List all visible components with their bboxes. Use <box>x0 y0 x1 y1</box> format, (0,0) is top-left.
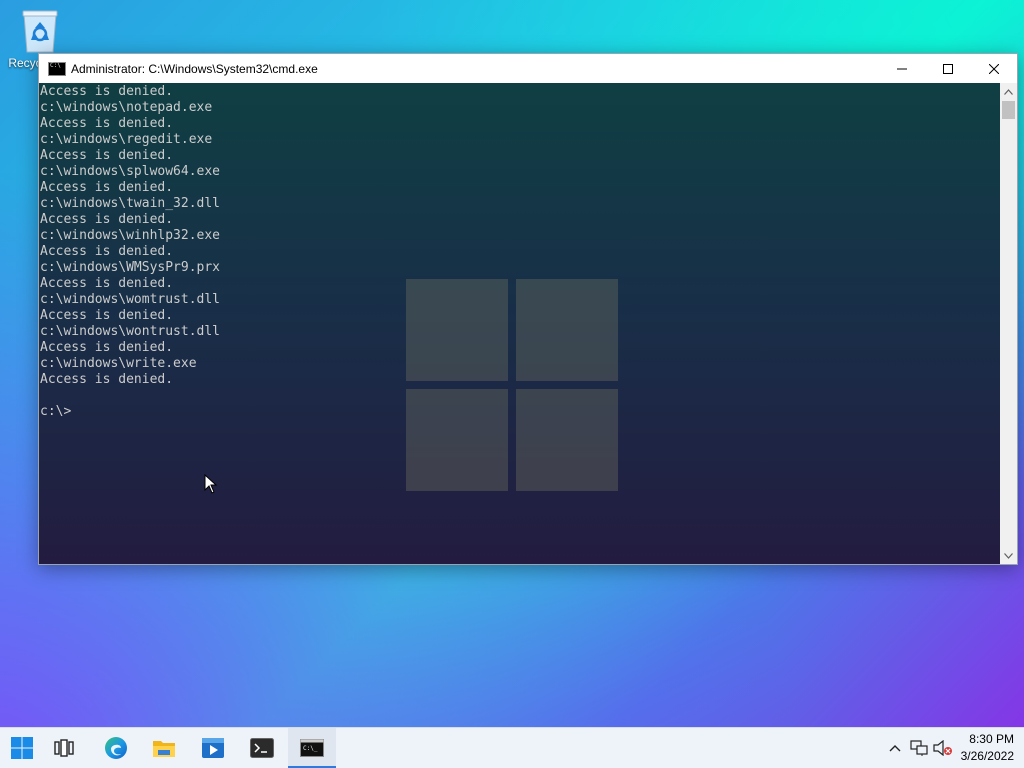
cmd-icon <box>48 61 66 76</box>
console-line: Access is denied. <box>40 244 174 259</box>
close-button[interactable] <box>971 54 1017 83</box>
volume-button[interactable] <box>931 728 955 768</box>
clock-date: 3/26/2022 <box>960 749 1014 763</box>
network-icon <box>910 740 928 756</box>
console-line: c:\windows\wontrust.dll <box>40 324 221 339</box>
console-area[interactable]: Access is denied. c:\windows\notepad.exe… <box>39 83 1000 564</box>
start-button[interactable] <box>0 728 44 768</box>
minimize-button[interactable] <box>879 54 925 83</box>
network-button[interactable] <box>907 728 931 768</box>
chevron-down-icon <box>1004 552 1013 559</box>
close-icon <box>989 63 999 74</box>
chevron-up-icon <box>889 745 901 752</box>
console-line: c:\windows\WMSysPr9.prx <box>40 260 221 275</box>
terminal-icon <box>250 738 274 758</box>
console-line: Access is denied. <box>40 84 174 99</box>
chevron-up-icon <box>1004 88 1013 95</box>
cmd-icon: C:\_ <box>300 739 324 757</box>
console-line: Access is denied. <box>40 212 174 227</box>
media-player-icon <box>202 738 224 758</box>
maximize-icon <box>943 63 953 74</box>
console-line: c:\windows\winhlp32.exe <box>40 228 221 243</box>
svg-text:C:\_: C:\_ <box>303 745 318 752</box>
windows-logo-watermark <box>406 279 618 491</box>
desktop: Recycle Bin Administrator: C:\Windows\Sy… <box>0 0 1024 768</box>
mouse-pointer-icon <box>204 474 218 494</box>
minimize-icon <box>897 68 907 69</box>
vertical-scrollbar[interactable] <box>1000 83 1017 564</box>
console-line: Access is denied. <box>40 340 174 355</box>
terminal-taskbar-button[interactable] <box>240 728 284 768</box>
console-line: Access is denied. <box>40 308 174 323</box>
console-line: c:\windows\notepad.exe <box>40 100 213 115</box>
window-title: Administrator: C:\Windows\System32\cmd.e… <box>71 61 318 76</box>
console-line: c:\> <box>40 404 72 419</box>
console-line: c:\windows\write.exe <box>40 356 197 371</box>
task-view-icon <box>54 739 74 757</box>
console-line: c:\windows\womtrust.dll <box>40 292 221 307</box>
maximize-button[interactable] <box>925 54 971 83</box>
console-line: Access is denied. <box>40 148 174 163</box>
console-line: Access is denied. <box>40 276 174 291</box>
show-hidden-icons-button[interactable] <box>883 728 907 768</box>
cmd-taskbar-button[interactable]: C:\_ <box>288 728 336 768</box>
window-titlebar[interactable]: Administrator: C:\Windows\System32\cmd.e… <box>39 54 1017 83</box>
windows-start-icon <box>11 737 33 759</box>
console-line: Access is denied. <box>40 372 174 387</box>
console-line: c:\windows\twain_32.dll <box>40 196 221 211</box>
volume-muted-icon <box>933 740 952 756</box>
edge-icon <box>105 737 127 759</box>
clock-time: 8:30 PM <box>969 732 1014 746</box>
scroll-up-button[interactable] <box>1000 83 1017 100</box>
console-line: c:\windows\splwow64.exe <box>40 164 221 179</box>
console-line: Access is denied. <box>40 180 174 195</box>
clock[interactable]: 8:30 PM 3/26/2022 <box>955 731 1024 765</box>
edge-taskbar-button[interactable] <box>94 728 138 768</box>
folder-icon <box>153 741 175 757</box>
system-tray: 8:30 PM 3/26/2022 <box>883 728 1024 768</box>
console-line: Access is denied. <box>40 116 174 131</box>
media-player-taskbar-button[interactable] <box>191 728 235 768</box>
console-line: c:\windows\regedit.exe <box>40 132 213 147</box>
console-output: Access is denied. c:\windows\notepad.exe… <box>40 84 220 420</box>
task-view-button[interactable] <box>42 728 86 768</box>
file-explorer-taskbar-button[interactable] <box>142 728 186 768</box>
taskbar: C:\_ 8:30 PM 3/26/2022 <box>0 727 1024 768</box>
cmd-window[interactable]: Administrator: C:\Windows\System32\cmd.e… <box>38 53 1018 565</box>
scroll-thumb[interactable] <box>1002 101 1015 119</box>
recycle-bin-icon <box>22 10 58 53</box>
scroll-down-button[interactable] <box>1000 547 1017 564</box>
